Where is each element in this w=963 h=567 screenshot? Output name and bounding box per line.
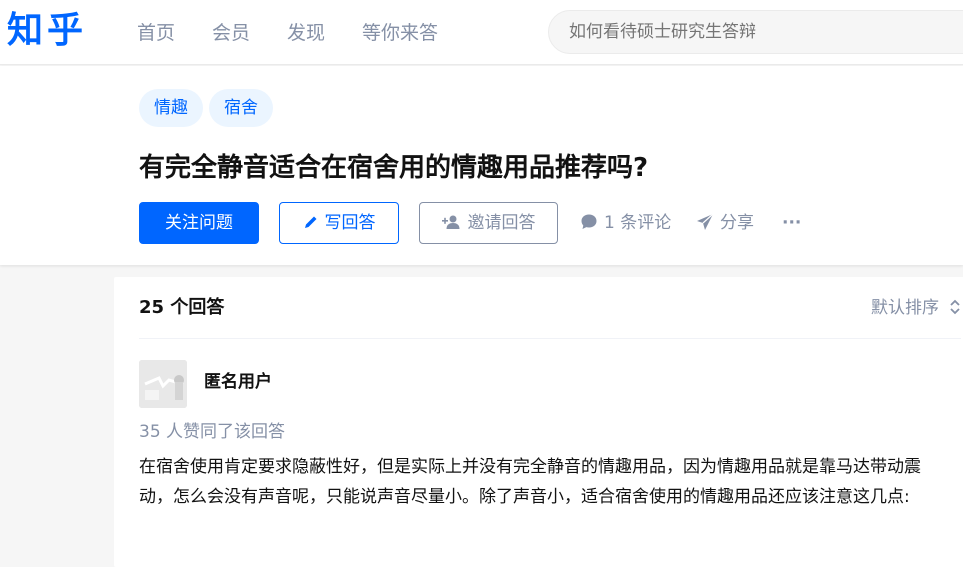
write-answer-button[interactable]: 写回答	[279, 202, 399, 244]
topic-tag[interactable]: 情趣	[139, 89, 203, 127]
paper-plane-icon	[697, 213, 714, 230]
vote-count: 35 人赞同了该回答	[139, 422, 286, 442]
nav-item-membership[interactable]: 会员	[212, 20, 250, 46]
anonymous-avatar-icon	[139, 360, 187, 408]
main-nav: 首页 会员 发现 等你来答	[137, 20, 438, 46]
sort-arrows-icon	[950, 299, 960, 314]
nav-item-waiting-answers[interactable]: 等你来答	[362, 20, 438, 46]
comments-label: 1 条评论	[604, 213, 672, 233]
comment-bubble-icon	[581, 214, 597, 229]
search-input[interactable]	[548, 10, 963, 54]
answer-list-card: 25 个回答 默认排序 匿名用户 35 人赞同了该回答 在宿舍使用肯定要求隐蔽性…	[114, 277, 963, 567]
question-title: 有完全静音适合在宿舍用的情趣用品推荐吗?	[139, 153, 649, 183]
answer-excerpt[interactable]: 在宿舍使用肯定要求隐蔽性好，但是实际上并没有完全静音的情趣用品，因为情趣用品就是…	[139, 452, 951, 512]
answer-count: 25 个回答	[139, 297, 225, 318]
more-dots-icon: ···	[782, 213, 802, 233]
comments-button[interactable]: 1 条评论	[580, 202, 671, 244]
question-topics: 情趣 宿舍	[139, 89, 273, 127]
nav-item-home[interactable]: 首页	[137, 20, 175, 46]
share-label: 分享	[720, 213, 754, 233]
follow-question-button[interactable]: 关注问题	[139, 202, 259, 244]
avatar[interactable]	[139, 360, 187, 408]
invite-answer-label: 邀请回答	[467, 213, 536, 233]
pencil-icon	[304, 216, 316, 228]
invite-answer-button[interactable]: 邀请回答	[419, 202, 558, 244]
topic-tag[interactable]: 宿舍	[209, 89, 273, 127]
follow-question-label: 关注问题	[165, 213, 233, 233]
top-navigation-bar: 知乎 首页 会员 发现 等你来答	[0, 0, 963, 65]
answer-list-header: 25 个回答 默认排序	[139, 277, 961, 339]
author-name[interactable]: 匿名用户	[204, 370, 272, 394]
sort-label: 默认排序	[871, 298, 939, 318]
add-user-icon	[441, 215, 459, 229]
zhihu-logo[interactable]: 知乎	[7, 9, 87, 53]
more-options-button[interactable]: ···	[782, 202, 801, 244]
write-answer-label: 写回答	[324, 213, 376, 233]
nav-item-discover[interactable]: 发现	[287, 20, 325, 46]
question-header: 情趣 宿舍 有完全静音适合在宿舍用的情趣用品推荐吗? 关注问题 写回答 邀请回答…	[0, 66, 963, 265]
sort-dropdown[interactable]: 默认排序	[871, 295, 961, 321]
share-button[interactable]: 分享	[696, 202, 754, 244]
